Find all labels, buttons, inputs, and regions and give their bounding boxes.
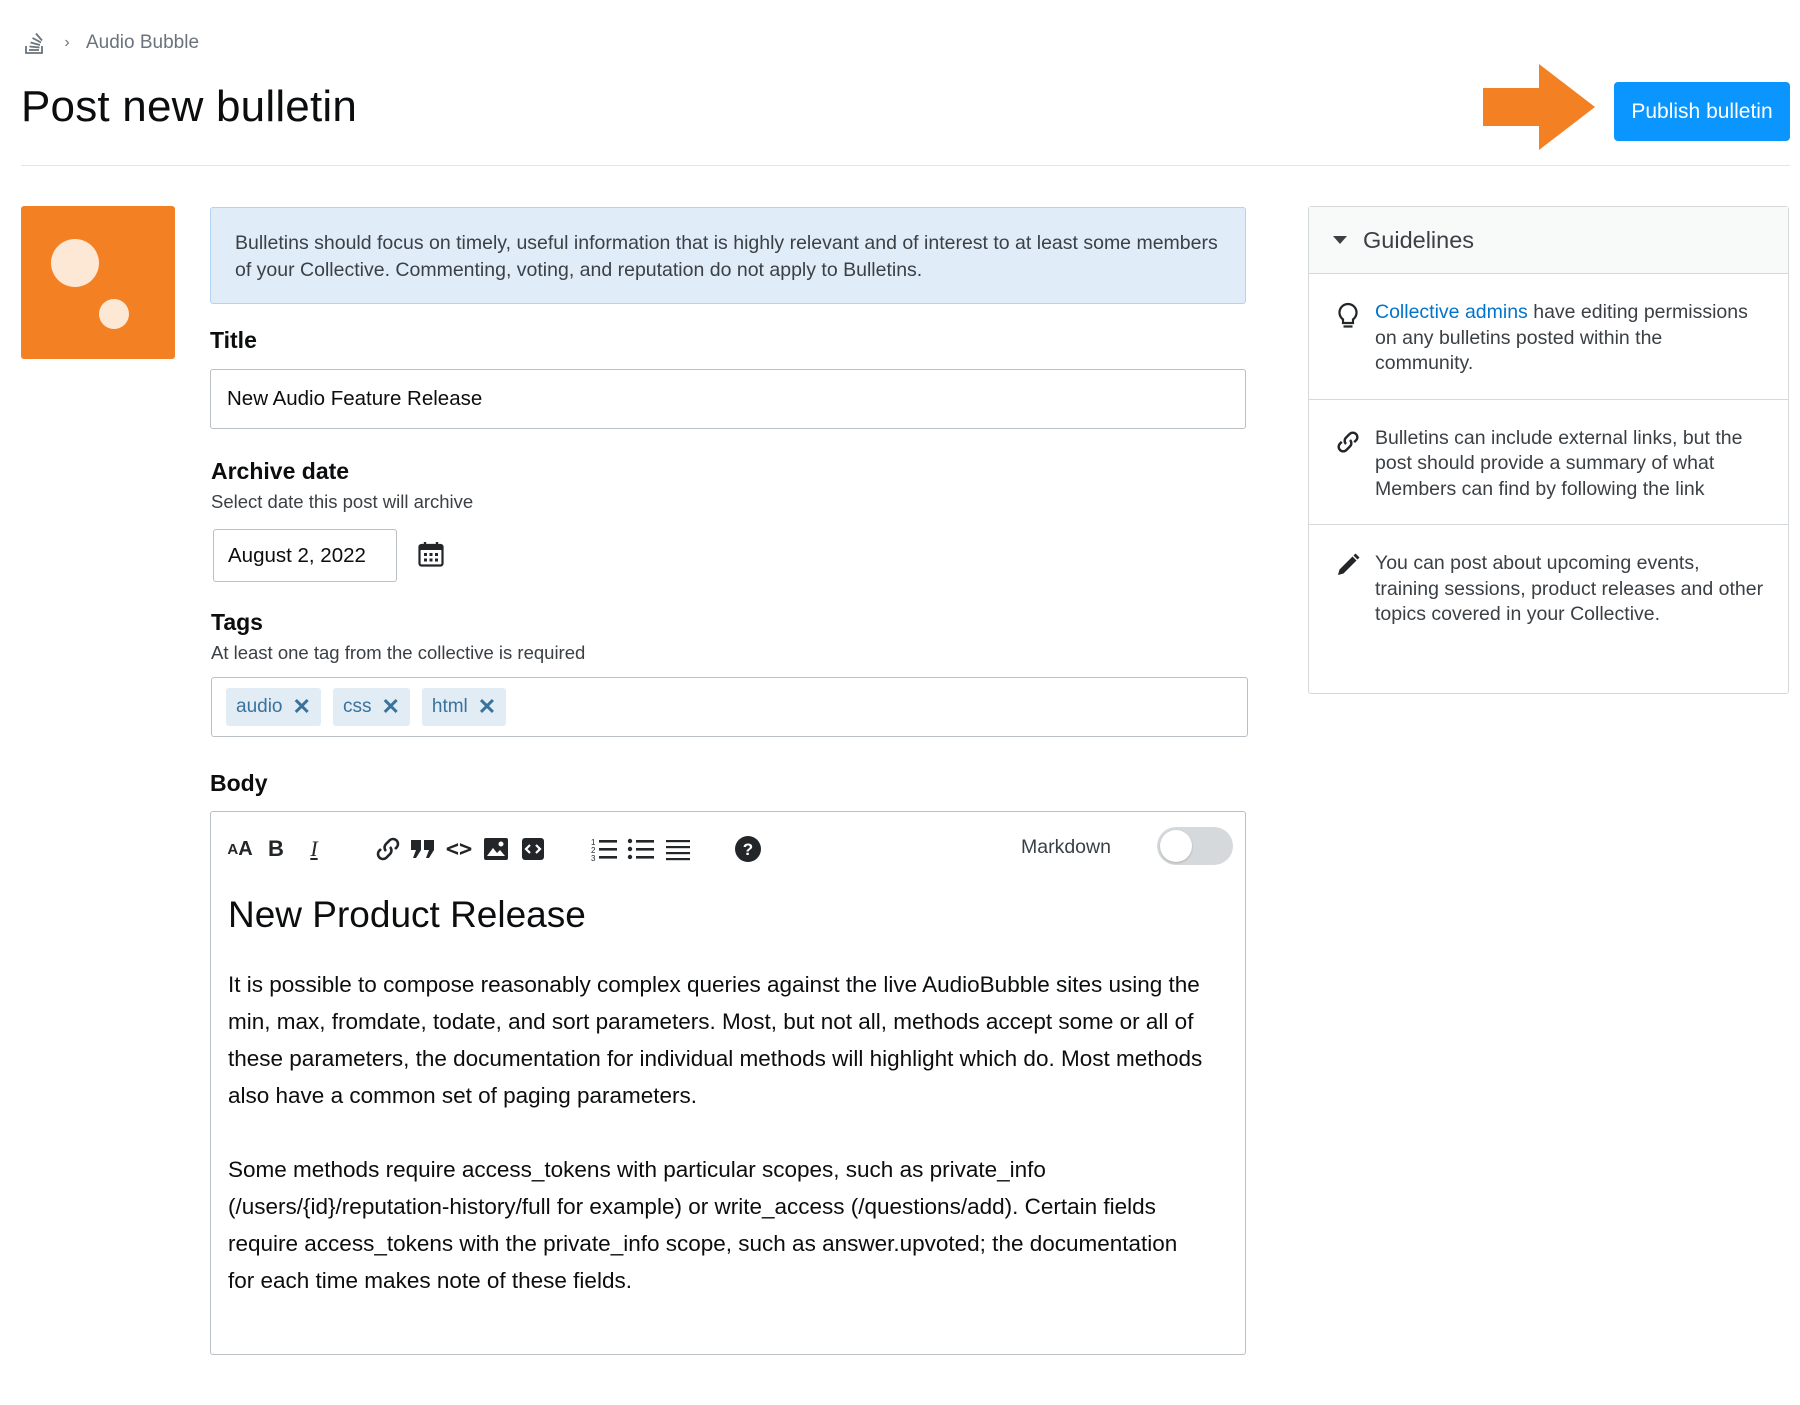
editor-content[interactable]: New Product Release It is possible to co… — [228, 894, 1205, 1336]
guideline-item: Collective admins have editing permissio… — [1309, 274, 1788, 400]
remove-tag-icon[interactable]: ✕ — [293, 696, 311, 718]
pencil-icon — [1338, 553, 1360, 575]
publish-bulletin-button[interactable]: Publish bulletin — [1614, 82, 1790, 141]
horizontal-rule-icon[interactable] — [663, 834, 693, 864]
tag-name: css — [342, 696, 372, 717]
numbered-list-icon[interactable]: 1 2 3 — [589, 834, 619, 864]
tags-input[interactable]: audio ✕ css ✕ html ✕ — [211, 677, 1248, 737]
blockquote-icon[interactable] — [408, 834, 438, 864]
markdown-label: Markdown — [1021, 836, 1111, 858]
lightbulb-icon — [1338, 302, 1358, 328]
tag-chip[interactable]: audio ✕ — [226, 688, 321, 726]
svg-text:3: 3 — [591, 854, 596, 863]
heading-icon[interactable]: AA — [225, 834, 255, 864]
guidelines-heading: Guidelines — [1363, 226, 1475, 253]
svg-text:?: ? — [743, 840, 753, 859]
tags-label: Tags — [211, 609, 263, 635]
guidelines-panel: Guidelines Collective admins have editin… — [1308, 206, 1789, 694]
tag-name: audio — [236, 696, 283, 717]
bold-icon[interactable]: B — [261, 834, 291, 864]
avatar-dot-small — [99, 299, 129, 329]
body-editor[interactable]: AA B I <> 1 2 3 ? Markdown New Product R… — [210, 811, 1246, 1355]
body-heading: New Product Release — [228, 894, 586, 935]
collective-avatar — [21, 206, 175, 359]
link-icon — [1337, 430, 1359, 453]
image-icon[interactable] — [481, 834, 511, 864]
italic-icon[interactable]: I — [299, 834, 329, 864]
calendar-icon[interactable] — [417, 540, 445, 568]
guideline-text: You can post about upcoming events, trai… — [1375, 552, 1764, 625]
guideline-item: You can post about upcoming events, trai… — [1309, 525, 1788, 650]
toggle-knob — [1160, 830, 1192, 862]
stack-overflow-logo-icon[interactable] — [22, 30, 48, 56]
body-paragraph: It is possible to compose reasonably com… — [228, 972, 1203, 1108]
editor-toolbar: AA B I <> 1 2 3 ? Markdown — [211, 812, 1245, 882]
page-title: Post new bulletin — [21, 82, 358, 131]
chevron-right-icon: › — [64, 34, 70, 51]
code-icon[interactable]: <> — [444, 834, 474, 864]
tags-hint: At least one tag from the collective is … — [211, 642, 586, 663]
breadcrumb-current[interactable]: Audio Bubble — [86, 32, 199, 54]
avatar-dot-large — [51, 239, 99, 287]
archive-date-label: Archive date — [211, 458, 350, 484]
guideline-text: Bulletins can include external links, bu… — [1375, 426, 1743, 500]
remove-tag-icon[interactable]: ✕ — [381, 696, 399, 718]
body-paragraph: Some methods require access_tokens with … — [228, 1157, 1178, 1293]
tag-name: html — [431, 696, 468, 717]
tag-chip[interactable]: html ✕ — [421, 688, 507, 726]
collective-admins-link[interactable]: Collective admins — [1375, 301, 1528, 323]
help-icon[interactable]: ? — [733, 834, 763, 864]
arrow-right-icon — [1483, 64, 1595, 150]
markdown-toggle[interactable] — [1157, 827, 1233, 865]
bulletin-notice: Bulletins should focus on timely, useful… — [210, 207, 1246, 304]
archive-date-hint: Select date this post will archive — [211, 491, 474, 512]
guideline-item: Bulletins can include external links, bu… — [1309, 400, 1788, 525]
snippet-icon[interactable] — [518, 834, 548, 864]
body-label: Body — [210, 770, 268, 796]
title-label: Title — [210, 327, 257, 353]
caret-down-icon[interactable] — [1333, 236, 1347, 244]
archive-date-input[interactable] — [213, 529, 397, 582]
link-icon[interactable] — [373, 834, 403, 864]
guidelines-header[interactable]: Guidelines — [1309, 207, 1788, 274]
title-input[interactable] — [210, 369, 1246, 429]
header-divider — [21, 165, 1790, 166]
remove-tag-icon[interactable]: ✕ — [478, 696, 496, 718]
breadcrumb: › Audio Bubble — [22, 28, 199, 58]
tag-chip[interactable]: css ✕ — [332, 688, 410, 726]
bulleted-list-icon[interactable] — [626, 834, 656, 864]
